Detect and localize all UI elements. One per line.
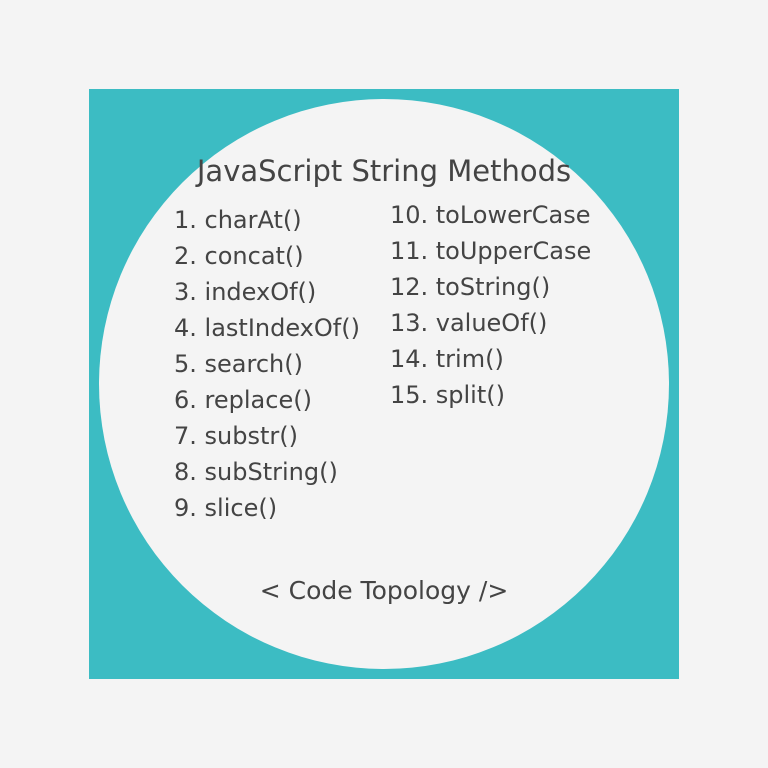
list-item: 11. toUpperCase xyxy=(390,233,591,269)
footer-brand: < Code Topology /> xyxy=(99,576,669,605)
list-item: 3. indexOf() xyxy=(174,274,360,310)
list-item: 12. toString() xyxy=(390,269,591,305)
list-item: 15. split() xyxy=(390,377,591,413)
list-item: 13. valueOf() xyxy=(390,305,591,341)
list-item: 2. concat() xyxy=(174,238,360,274)
teal-square-background: JavaScript String Methods 1. charAt()2. … xyxy=(89,89,679,679)
list-item: 6. replace() xyxy=(174,382,360,418)
list-item: 8. subString() xyxy=(174,454,360,490)
page-title: JavaScript String Methods xyxy=(99,154,669,188)
list-item: 9. slice() xyxy=(174,490,360,526)
list-item: 5. search() xyxy=(174,346,360,382)
list-item: 10. toLowerCase xyxy=(390,197,591,233)
methods-columns: 1. charAt()2. concat()3. indexOf()4. las… xyxy=(99,202,669,526)
list-item: 14. trim() xyxy=(390,341,591,377)
white-circle-card: JavaScript String Methods 1. charAt()2. … xyxy=(99,99,669,669)
list-item: 1. charAt() xyxy=(174,202,360,238)
list-item: 7. substr() xyxy=(174,418,360,454)
list-item: 4. lastIndexOf() xyxy=(174,310,360,346)
right-column: 10. toLowerCase11. toUpperCase12. toStri… xyxy=(390,197,591,526)
left-column: 1. charAt()2. concat()3. indexOf()4. las… xyxy=(174,202,360,526)
